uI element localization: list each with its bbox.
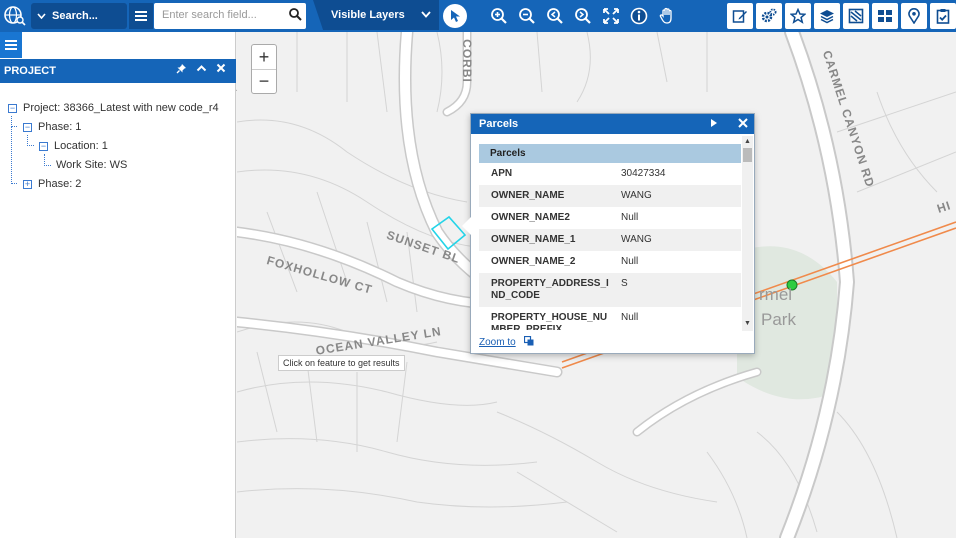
search-type-label: Search... [52,10,98,22]
identify-icon[interactable] [628,4,650,28]
collapse-toggle-icon[interactable]: − [8,103,17,113]
attribute-value: WANG [621,190,652,201]
hamburger-menu-icon[interactable] [0,32,22,58]
attribute-key: OWNER_NAME_2 [491,256,576,267]
copy-icon[interactable] [523,335,534,349]
tree-node-label: Location: 1 [54,140,108,152]
search-field-wrapper [154,3,306,29]
tree-node-phase-2[interactable]: + Phase: 2 [23,178,81,190]
panel-title: PROJECT [4,65,56,77]
map-tools-group [488,4,678,28]
chevron-up-icon[interactable] [196,63,207,77]
popup-pointer [462,217,471,235]
zoom-in-icon[interactable] [488,4,510,28]
table-row: PROPERTY_ADDRESS_IND_CODE S [479,273,741,307]
select-pointer-icon[interactable] [443,4,467,28]
popup-body: Parcels APN 30427334 OWNER_NAME WANG OWNER… [479,144,741,330]
attribute-key: OWNER_NAME_1 [491,234,576,245]
visible-layers-label: Visible Layers [331,9,405,21]
attribute-key: OWNER_NAME [491,190,565,201]
attribute-key: APN [491,168,513,179]
right-tools-group [727,3,956,29]
collapse-toggle-icon[interactable]: − [23,122,32,132]
table-row: APN 30427334 [479,163,741,185]
map-legend-icon[interactable] [843,3,869,29]
tree-node-location-1[interactable]: − Location: 1 [39,140,108,152]
parcels-popup: Parcels Parcels APN 30427334 OWNER_NAME WA… [462,113,755,354]
table-row: OWNER_NAME2 Null [479,207,741,229]
close-icon[interactable] [216,63,226,77]
table-row: OWNER_NAME_2 Null [479,251,741,273]
map-zoom-in-button[interactable]: + [252,45,276,69]
zoom-previous-icon[interactable] [544,4,566,28]
attribute-key: OWNER_NAME2 [491,212,570,223]
chevron-down-icon [421,9,431,21]
section-title: Parcels [479,144,741,163]
layers-icon[interactable] [814,3,840,29]
search-type-dropdown[interactable]: Search... [31,3,127,29]
list-icon[interactable] [129,3,153,29]
attribute-value: S [621,278,628,289]
zoom-next-icon[interactable] [572,4,594,28]
search-input[interactable] [162,3,286,27]
popup-scrollbar[interactable]: ▲ ▼ [742,136,753,331]
zoom-to-label: Zoom to [479,337,516,348]
grid-icon[interactable] [872,3,898,29]
park-label: rmel [759,285,793,304]
play-arrow-icon[interactable] [710,118,718,131]
zoom-out-icon[interactable] [516,4,538,28]
scroll-down-icon[interactable]: ▼ [744,320,751,327]
edit-icon[interactable] [727,3,753,29]
attribute-table: APN 30427334 OWNER_NAME WANG OWNER_NAME2 Nu… [479,163,741,330]
settings-icon[interactable] [756,3,782,29]
tree-node-phase-1[interactable]: − Phase: 1 [23,121,81,133]
tree-node-label: Work Site: WS [56,159,128,171]
tree-node-label: Phase: 2 [38,178,82,190]
street-label: CORBI [459,39,474,83]
zoom-to-link[interactable]: Zoom to [479,335,534,349]
attribute-value: 30427334 [621,168,666,179]
scroll-up-icon[interactable]: ▲ [744,138,751,145]
tree-node-label: Project: 38366_Latest with new code_r4 [23,102,219,114]
attribute-value: Null [621,256,639,267]
zoom-control: + − [251,44,277,94]
table-row: OWNER_NAME WANG [479,185,741,207]
attribute-value: Null [621,212,639,223]
visible-layers-dropdown[interactable]: Visible Layers [313,0,439,30]
map-zoom-out-button[interactable]: − [252,69,276,93]
popup-header: Parcels [471,114,754,134]
attribute-value: WANG [621,234,652,245]
attribute-key: PROPERTY_HOUSE_NUMBER_PREFIX [491,312,608,330]
attribute-key: PROPERTY_ADDRESS_IND_CODE [491,278,609,301]
location-pin-icon[interactable] [901,3,927,29]
table-row: OWNER_NAME_1 WANG [479,229,741,251]
map-hint-tooltip: Click on feature to get results [278,355,405,371]
table-row: PROPERTY_HOUSE_NUMBER_PREFIX Null [479,307,741,330]
tree-node-project[interactable]: − Project: 38366_Latest with new code_r4 [8,102,219,114]
top-toolbar: Search... Visible Layers [0,0,956,32]
scroll-thumb[interactable] [743,148,752,162]
pan-hand-icon[interactable] [656,4,678,28]
popup-title: Parcels [479,118,519,130]
collapse-toggle-icon[interactable]: − [39,141,48,151]
pin-icon[interactable] [176,63,187,77]
tree-node-work-site[interactable]: Work Site: WS [56,159,127,171]
globe-search-icon[interactable] [0,0,30,32]
attribute-value: Null [621,312,639,323]
favorite-star-icon[interactable] [785,3,811,29]
tree-node-label: Phase: 1 [38,121,82,133]
park-label: Park [761,310,796,329]
full-extent-icon[interactable] [600,4,622,28]
panel-header: PROJECT [0,59,236,83]
expand-toggle-icon[interactable]: + [23,179,32,189]
search-icon[interactable] [289,8,302,24]
clipboard-check-icon[interactable] [930,3,956,29]
project-panel: PROJECT − Project: 38366_Latest with new… [0,32,236,538]
chevron-down-icon [37,10,46,22]
close-icon[interactable] [737,117,749,132]
